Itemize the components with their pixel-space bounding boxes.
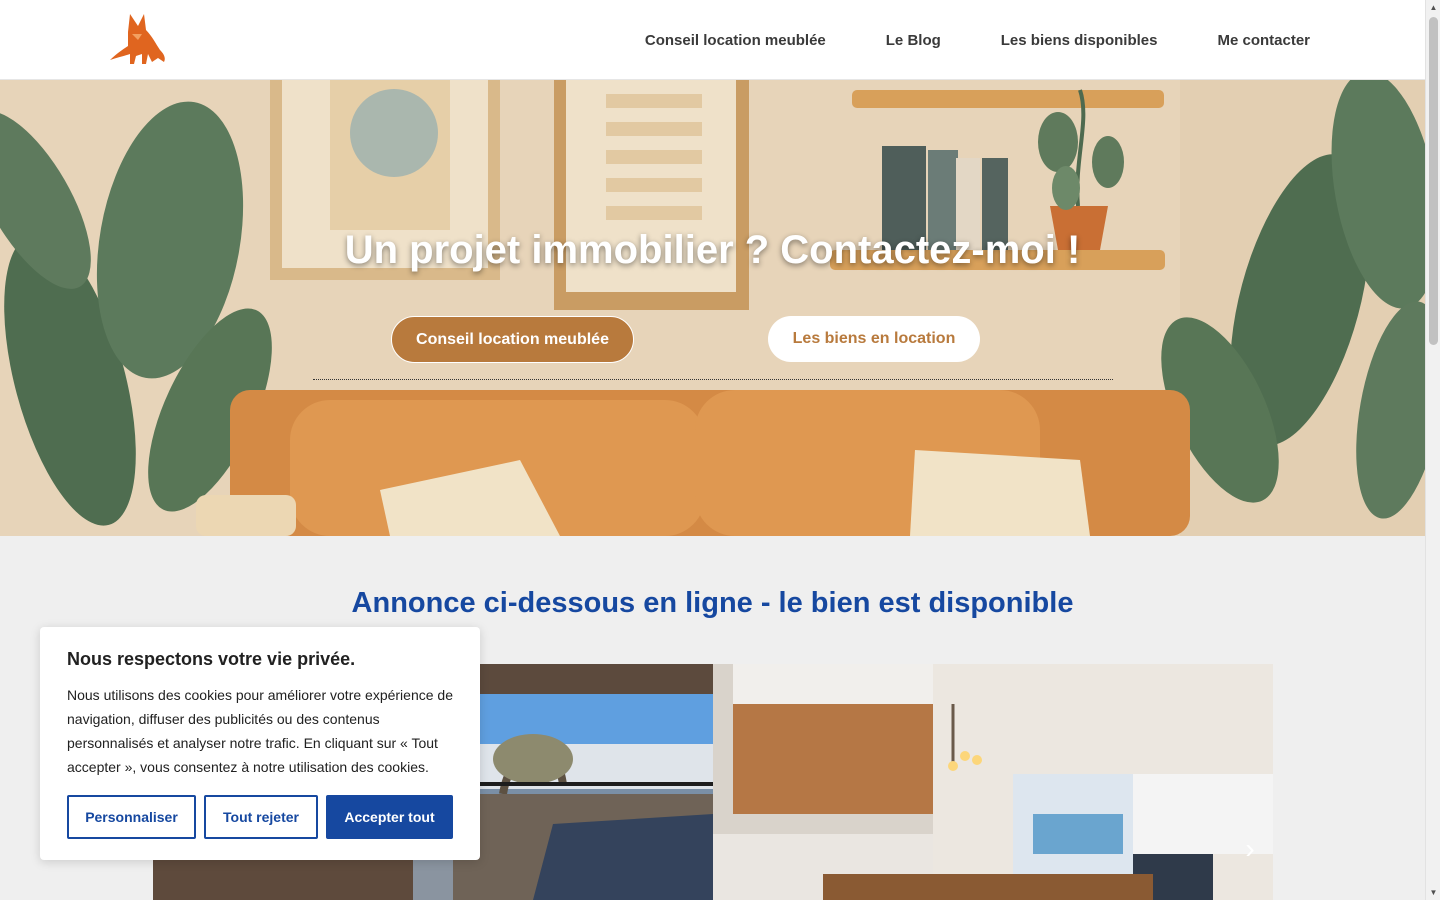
cookie-title: Nous respectons votre vie privée. bbox=[67, 649, 356, 669]
fox-logo-icon[interactable] bbox=[108, 10, 168, 68]
accept-cookies-button[interactable]: Accepter tout bbox=[326, 795, 453, 839]
site-header: Conseil location meublée Le Blog Les bie… bbox=[0, 0, 1425, 80]
nav-blog[interactable]: Le Blog bbox=[886, 32, 941, 49]
chevron-right-icon[interactable]: › bbox=[1238, 834, 1262, 864]
scroll-down-arrow-icon[interactable]: ▼ bbox=[1426, 885, 1440, 900]
hero-title: Un projet immobilier ? Contactez-moi ! bbox=[344, 228, 1081, 272]
main-nav: Conseil location meublée Le Blog Les bie… bbox=[645, 0, 1310, 80]
carousel-slide-kitchen[interactable] bbox=[713, 664, 1273, 900]
cookie-consent-banner: Nous respectons votre vie privée. Nous u… bbox=[40, 627, 480, 860]
cookie-text: Nous utilisons des cookies pour améliore… bbox=[67, 687, 453, 775]
reject-cookies-button[interactable]: Tout rejeter bbox=[204, 795, 318, 839]
page-scrollbar[interactable]: ▲ ▼ bbox=[1425, 0, 1440, 900]
scroll-up-arrow-icon[interactable]: ▲ bbox=[1426, 0, 1440, 15]
hero-divider bbox=[313, 379, 1113, 380]
conseil-location-button[interactable]: Conseil location meublée bbox=[391, 316, 634, 363]
section-title: Annonce ci-dessous en ligne - le bien es… bbox=[351, 587, 1074, 619]
scrollbar-thumb[interactable] bbox=[1429, 17, 1438, 345]
nav-biens-disponibles[interactable]: Les biens disponibles bbox=[1001, 32, 1158, 49]
hero-illustration bbox=[0, 80, 1425, 536]
hero-banner: Un projet immobilier ? Contactez-moi ! C… bbox=[0, 80, 1425, 536]
biens-location-button[interactable]: Les biens en location bbox=[768, 316, 980, 362]
nav-contact[interactable]: Me contacter bbox=[1217, 32, 1310, 49]
nav-conseil-location[interactable]: Conseil location meublée bbox=[645, 32, 826, 49]
customize-cookies-button[interactable]: Personnaliser bbox=[67, 795, 196, 839]
